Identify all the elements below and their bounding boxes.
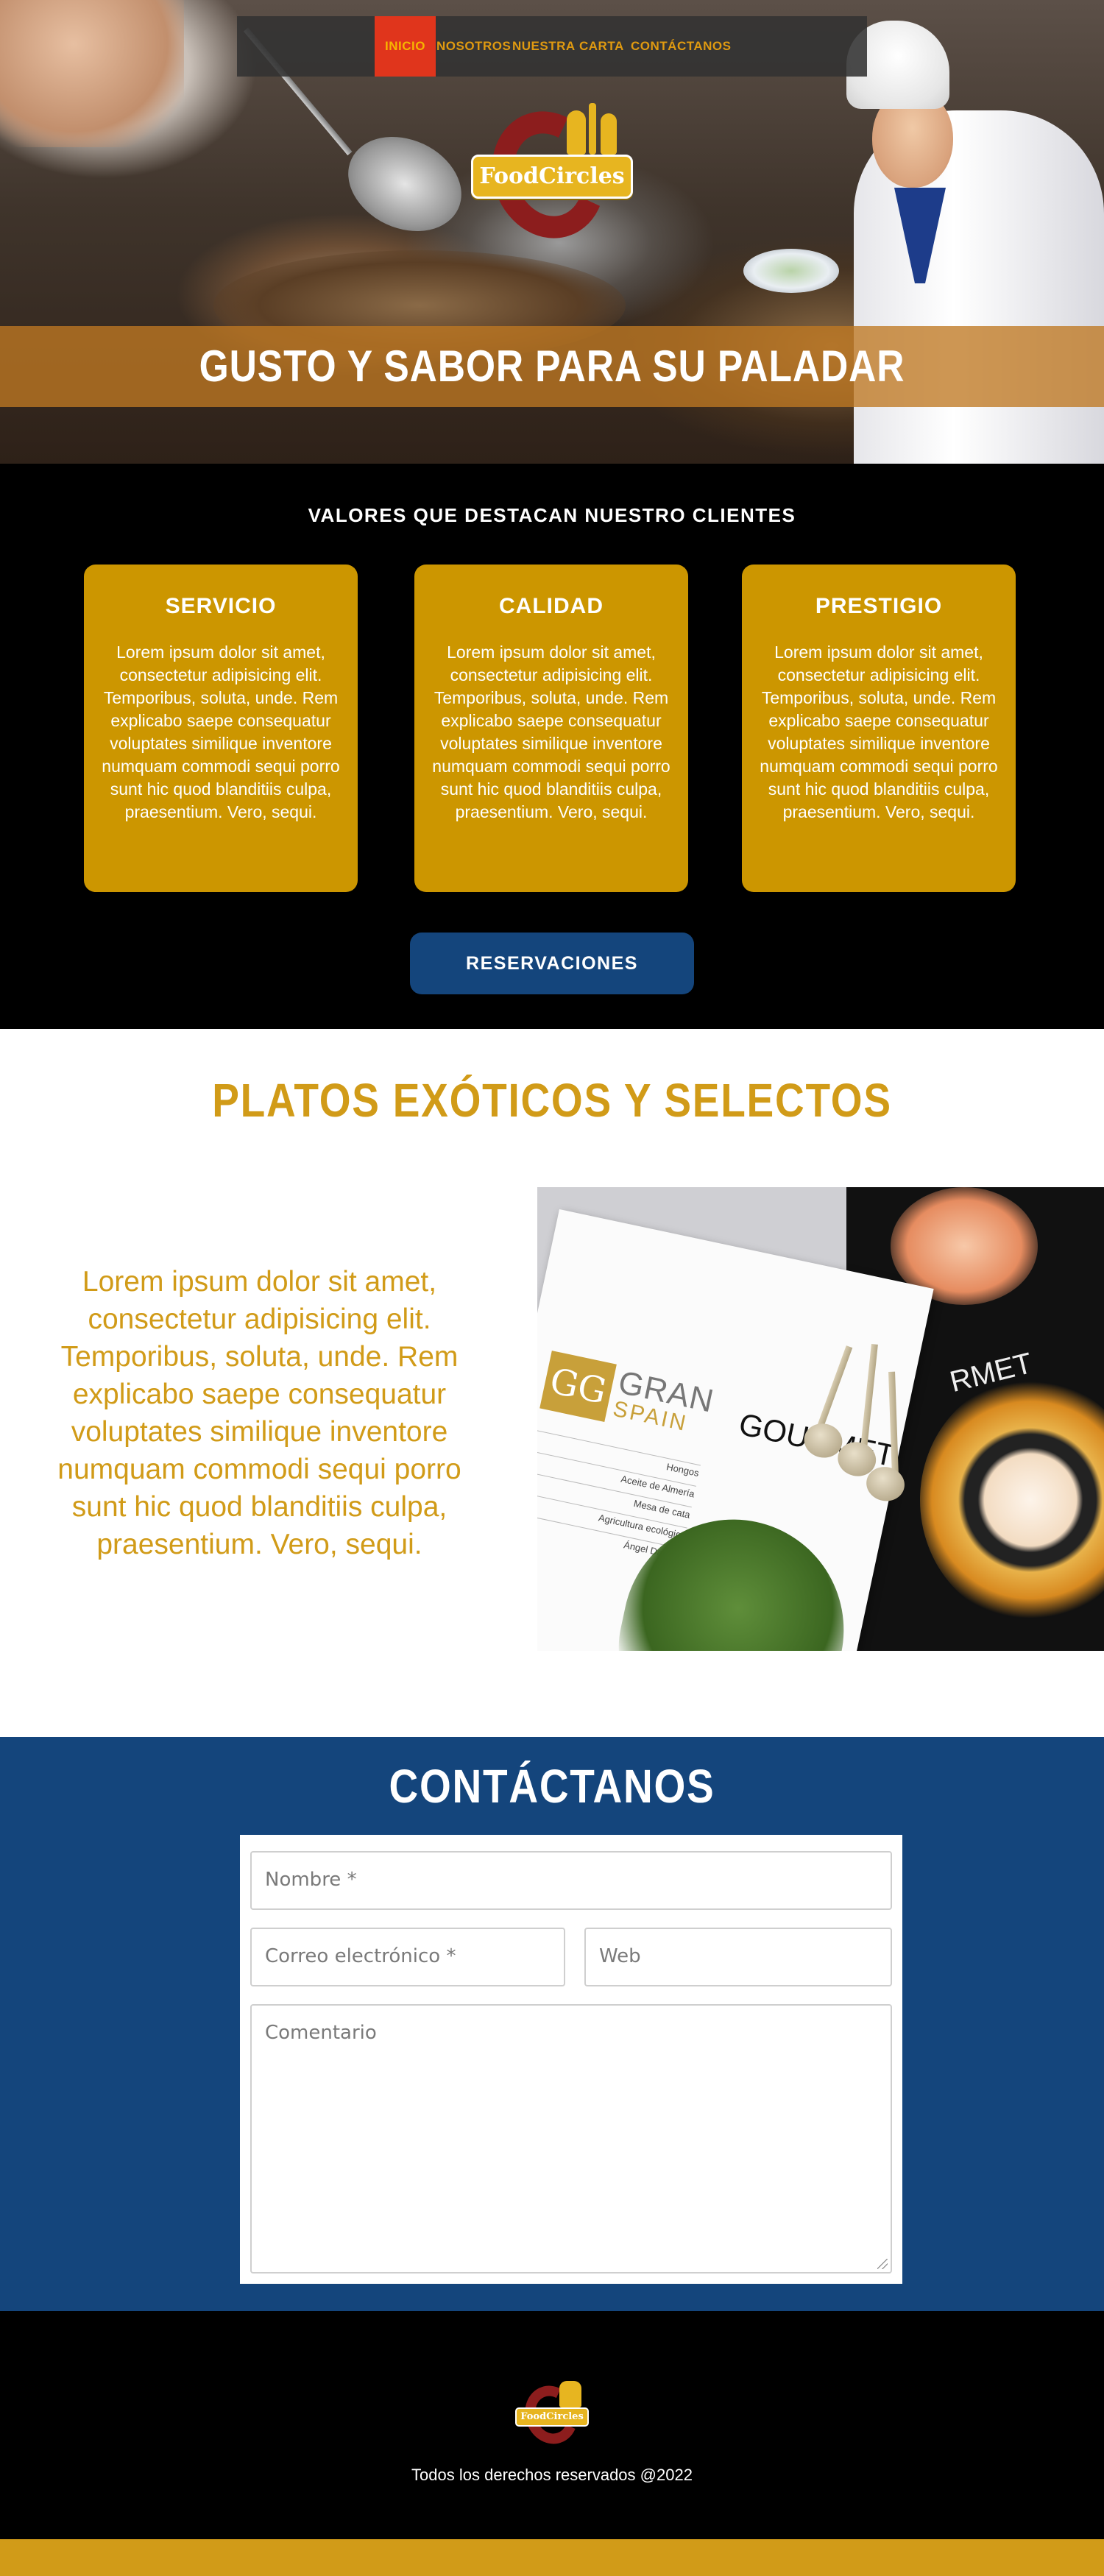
cutlery-icon xyxy=(559,2381,581,2407)
name-field[interactable]: Nombre * xyxy=(250,1851,892,1910)
nav-item-nosotros[interactable]: NOSOTROS xyxy=(436,16,511,77)
spoon-image xyxy=(333,118,477,250)
card-text: Lorem ipsum dolor sit amet, consectetur … xyxy=(760,643,998,821)
footer: FoodCircles Todos los derechos reservado… xyxy=(0,2311,1104,2539)
card-text: Lorem ipsum dolor sit amet, consectetur … xyxy=(102,643,340,821)
dishes-title: PLATOS EXÓTICOS Y SELECTOS xyxy=(212,1074,892,1127)
main-navbar: INICIO NOSOTROS NUESTRA CARTA CONTÁCTANO… xyxy=(237,16,867,77)
dishes-description: Lorem ipsum dolor sit amet, consectetur … xyxy=(57,1266,461,1560)
copyright-text: Todos los derechos reservados @2022 xyxy=(411,2466,693,2484)
comment-textarea[interactable]: Comentario xyxy=(250,2004,892,2274)
card-title: PRESTIGIO xyxy=(815,594,943,618)
foodcircles-logo[interactable]: FoodCircles xyxy=(471,95,633,255)
chef-hand-image xyxy=(0,0,184,147)
web-field[interactable]: Web xyxy=(584,1928,892,1986)
cutlery-icon xyxy=(567,103,618,158)
email-field[interactable]: Correo electrónico * xyxy=(250,1928,565,1986)
dishes-section: PLATOS EXÓTICOS Y SELECTOS Lorem ipsum d… xyxy=(0,1029,1104,1737)
nav-item-contactanos[interactable]: CONTÁCTANOS xyxy=(631,16,731,77)
resize-handle-icon[interactable] xyxy=(877,2259,888,2269)
nav-item-nuestra[interactable]: NUESTRA xyxy=(512,16,576,77)
nav-item-carta[interactable]: CARTA xyxy=(579,16,624,77)
values-section: VALORES QUE DESTACAN NUESTRO CLIENTES SE… xyxy=(0,464,1104,1029)
nav-item-inicio[interactable]: INICIO xyxy=(375,16,436,77)
magazine-monogram: GG xyxy=(539,1351,617,1423)
contact-section: CONTÁCTANOS Nombre * Correo electrónico … xyxy=(0,1737,1104,2311)
card-title: SERVICIO xyxy=(165,594,277,618)
values-title: VALORES QUE DESTACAN NUESTRO CLIENTES xyxy=(308,504,796,526)
gourmet-magazine-image: RMET GG GRAN SPAIN GOURMET Hongos Aceite… xyxy=(537,1187,1104,1651)
value-card-prestigio: PRESTIGIO Lorem ipsum dolor sit amet, co… xyxy=(742,565,1016,892)
reservations-button[interactable]: RESERVACIONES xyxy=(410,933,694,994)
chef-plate-image xyxy=(743,249,839,293)
hero-title: GUSTO Y SABOR PARA SU PALADAR xyxy=(199,342,905,391)
value-card-calidad: CALIDAD Lorem ipsum dolor sit amet, cons… xyxy=(414,565,688,892)
contact-title: CONTÁCTANOS xyxy=(389,1760,715,1813)
footer-logo-text: FoodCircles xyxy=(515,2407,589,2427)
footer-gold-band xyxy=(0,2539,1104,2576)
contact-form: Nombre * Correo electrónico * Web Coment… xyxy=(240,1835,902,2284)
logo-text: FoodCircles xyxy=(471,155,633,199)
comment-placeholder: Comentario xyxy=(265,2022,377,2044)
value-card-servicio: SERVICIO Lorem ipsum dolor sit amet, con… xyxy=(84,565,358,892)
card-title: CALIDAD xyxy=(499,594,604,618)
footer-logo[interactable]: FoodCircles xyxy=(515,2378,589,2452)
card-text: Lorem ipsum dolor sit amet, consectetur … xyxy=(432,643,670,821)
hero-section: INICIO NOSOTROS NUESTRA CARTA CONTÁCTANO… xyxy=(0,0,1104,464)
